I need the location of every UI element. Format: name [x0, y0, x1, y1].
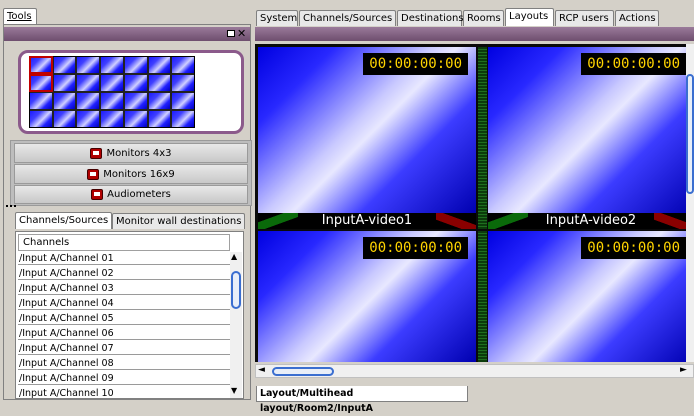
preview-cell[interactable]	[124, 57, 147, 73]
preview-cell[interactable]	[172, 75, 194, 91]
tools-tab[interactable]: Tools	[3, 8, 37, 24]
scroll-thumb[interactable]	[272, 367, 334, 376]
audio-meter	[478, 231, 487, 362]
maximize-icon[interactable]	[227, 30, 235, 37]
monitor-cell-4[interactable]: 00:00:00:00	[488, 231, 694, 362]
timecode: 00:00:00:00	[581, 53, 686, 75]
group-monitors-4x3[interactable]: Monitors 4x3	[14, 143, 248, 163]
scroll-thumb[interactable]	[231, 271, 241, 309]
scroll-left-icon[interactable]: ◄	[258, 365, 265, 375]
preview-cell[interactable]	[124, 93, 147, 109]
preview-cell[interactable]	[148, 75, 171, 91]
preview-cell[interactable]	[53, 111, 76, 127]
list-header[interactable]: Channels	[18, 234, 230, 251]
monitor-icon	[90, 147, 103, 159]
preview-cell[interactable]	[77, 57, 100, 73]
group-label: Audiometers	[107, 189, 171, 200]
preview-cell[interactable]	[172, 111, 194, 127]
wall-hscrollbar[interactable]: ◄ ►	[255, 364, 694, 378]
preview-cell[interactable]	[172, 93, 194, 109]
scroll-thumb[interactable]	[686, 74, 694, 194]
preview-cell[interactable]	[148, 93, 171, 109]
group-label: Monitors 16x9	[103, 168, 175, 180]
scroll-up-icon[interactable]: ▲	[231, 252, 237, 261]
channel-list-item[interactable]: /Input A/Channel 07	[18, 343, 230, 355]
monitor-icon	[87, 168, 100, 180]
timecode: 00:00:00:00	[581, 237, 686, 259]
preview-cell[interactable]	[124, 111, 147, 127]
tab-rcp-users[interactable]: RCP users	[555, 10, 614, 26]
channel-list-item[interactable]: /Input A/Channel 05	[18, 313, 230, 325]
preview-cell[interactable]	[77, 111, 100, 127]
tab-layouts[interactable]: Layouts	[505, 8, 554, 26]
channel-list-item[interactable]: /Input A/Channel 01	[18, 253, 230, 265]
list-scrollbar[interactable]: ▲ ▼	[230, 252, 242, 398]
layout-preview[interactable]	[18, 50, 244, 134]
preview-cell[interactable]	[124, 75, 147, 91]
timecode: 00:00:00:00	[363, 53, 468, 75]
subtab-monitor-wall-destinations[interactable]: Monitor wall destinations	[112, 213, 246, 229]
preview-cell[interactable]	[148, 111, 171, 127]
audiometer-icon	[91, 189, 104, 200]
tab-actions[interactable]: Actions	[615, 10, 659, 26]
audio-meter	[478, 47, 487, 229]
preview-cell[interactable]	[101, 57, 123, 73]
preview-cell[interactable]	[29, 74, 53, 92]
tab-destinations[interactable]: Destinations	[397, 10, 464, 26]
subtab-channels-sources[interactable]: Channels/Sources	[15, 212, 113, 229]
monitor-label-2: InputA-video2	[488, 213, 694, 229]
preview-cell[interactable]	[30, 111, 52, 127]
monitor-label-1: InputA-video1	[258, 213, 476, 229]
channel-list-item[interactable]: /Input A/Channel 09	[18, 373, 230, 385]
preview-cell[interactable]	[101, 93, 123, 109]
splitter-handle[interactable]	[6, 205, 16, 209]
preview-cell[interactable]	[53, 57, 76, 73]
tab-rooms[interactable]: Rooms	[463, 10, 504, 26]
tab-system[interactable]: System	[256, 10, 298, 26]
group-audiometers[interactable]: Audiometers	[14, 185, 248, 204]
channel-list[interactable]: Channels /Input A/Channel 01/Input A/Cha…	[15, 231, 244, 399]
group-label: Monitors 4x3	[106, 147, 172, 159]
panel-title-bar: ✕	[4, 27, 250, 41]
timecode: 00:00:00:00	[363, 237, 468, 259]
preview-cell[interactable]	[101, 111, 123, 127]
bottom-layout-tab[interactable]: Layout/Multihead layout/Room2/InputA	[256, 386, 468, 414]
channel-list-item[interactable]: /Input A/Channel 08	[18, 358, 230, 370]
monitor-cell-1[interactable]: 00:00:00:00	[258, 47, 476, 213]
label-text: InputA-video2	[545, 213, 637, 228]
preview-cell[interactable]	[53, 75, 76, 91]
close-icon[interactable]: ✕	[237, 27, 246, 40]
channel-list-item[interactable]: /Input A/Channel 04	[18, 298, 230, 310]
channel-list-item[interactable]: /Input A/Channel 06	[18, 328, 230, 340]
label-text: InputA-video1	[321, 213, 413, 228]
preview-cell[interactable]	[77, 93, 100, 109]
monitor-cell-2[interactable]: 00:00:00:00	[488, 47, 694, 213]
wall-vscrollbar[interactable]	[686, 44, 694, 362]
monitor-cell-3[interactable]: 00:00:00:00	[258, 231, 476, 362]
preview-grid	[29, 56, 195, 128]
channel-list-item[interactable]: /Input A/Channel 02	[18, 268, 230, 280]
scroll-right-icon[interactable]: ►	[680, 365, 687, 375]
preview-cell[interactable]	[53, 93, 76, 109]
preview-cell[interactable]	[172, 57, 194, 73]
preview-cell[interactable]	[77, 75, 100, 91]
channel-list-item[interactable]: /Input A/Channel 10	[18, 388, 230, 398]
group-monitors-16x9[interactable]: Monitors 16x9	[14, 164, 248, 184]
preview-cell[interactable]	[29, 56, 53, 74]
preview-cell[interactable]	[148, 57, 171, 73]
monitor-wall[interactable]: 00:00:00:00 00:00:00:00 InputA-video1 In…	[255, 44, 694, 362]
preview-cell[interactable]	[30, 93, 52, 109]
tab-channels-sources[interactable]: Channels/Sources	[299, 10, 396, 26]
main-title-bar	[255, 27, 694, 41]
channel-list-item[interactable]: /Input A/Channel 03	[18, 283, 230, 295]
preview-cell[interactable]	[101, 75, 123, 91]
scroll-down-icon[interactable]: ▼	[231, 386, 237, 395]
